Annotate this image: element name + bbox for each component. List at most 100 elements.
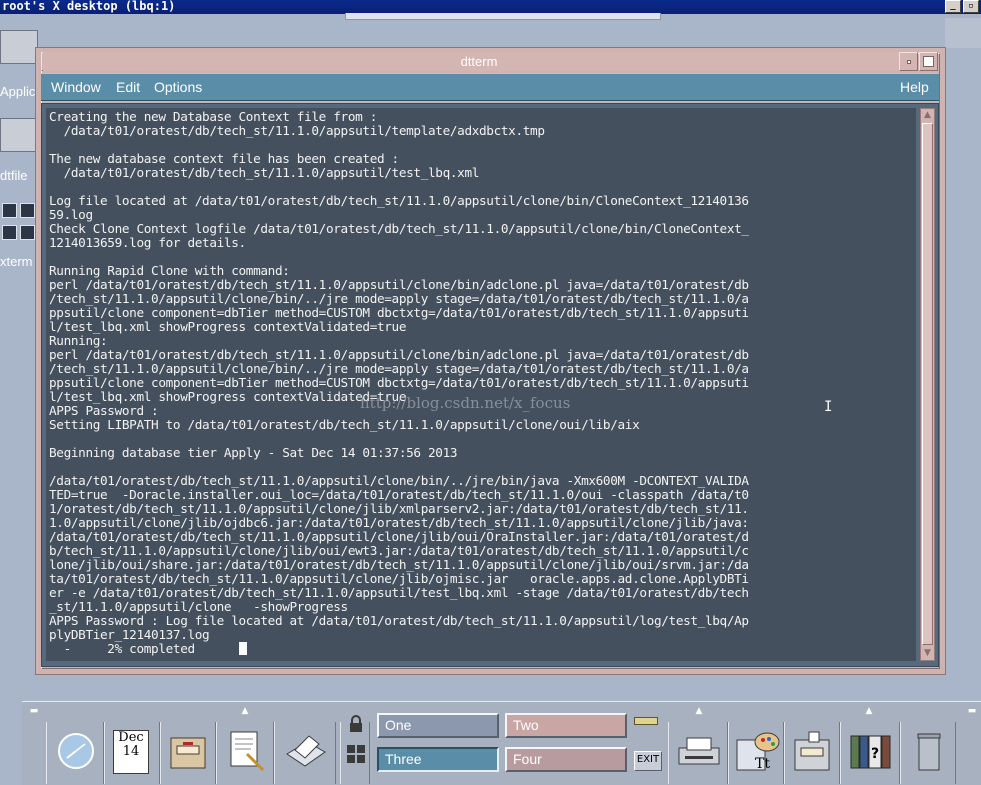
file-drawer-icon[interactable]	[169, 732, 209, 772]
maximize-button[interactable]	[919, 52, 938, 71]
terminal-line: /tech_st/11.1.0/appsutil/clone/bin/../jr…	[49, 361, 749, 376]
trash-slot	[900, 722, 956, 784]
terminal-line: Beginning database tier Apply - Sat Dec …	[49, 445, 458, 460]
root-subwindow-edge	[345, 13, 661, 20]
window-titlebar[interactable]: dtterm	[43, 52, 915, 71]
terminal-line: l/test_lbq.xml showProgress contextValid…	[49, 319, 407, 334]
terminal-line: er -e /data/t01/oratest/db/tech_st/11.1.…	[49, 585, 749, 600]
desktop-strip	[945, 18, 981, 48]
desktop-icon-label-applic: Applic	[0, 84, 36, 99]
front-panel-minimize-handle[interactable]: ▬	[964, 704, 980, 718]
terminal-line: Setting LIBPATH to /data/t01/oratest/db/…	[49, 417, 640, 432]
terminal-line: 1/oratest/db/tech_st/11.1.0/appsutil/clo…	[49, 501, 749, 516]
terminal-line: plyDBTier_12140137.log	[49, 627, 210, 642]
terminal-line: /tech_st/11.1.0/appsutil/clone/bin/../jr…	[49, 291, 749, 306]
lock-slot	[340, 715, 370, 784]
terminal-line: The new database context file has been c…	[49, 151, 399, 166]
file-manager-slot	[160, 722, 216, 784]
scroll-up-icon[interactable]: ▲	[922, 110, 933, 121]
clock-icon[interactable]	[57, 732, 95, 770]
terminal-line: 1214013659.log for details.	[49, 235, 246, 250]
workspace-two-button[interactable]: Two	[505, 713, 627, 738]
minimize-button[interactable]	[899, 52, 918, 71]
workspace-one-button[interactable]: One	[377, 713, 499, 738]
terminal-cursor	[238, 642, 247, 655]
terminal-line: Running Rapid Clone with command:	[49, 263, 290, 278]
terminal-progress-line: - 2% completed	[49, 641, 239, 656]
terminal-line: Creating the new Database Context file f…	[49, 109, 377, 124]
terminal-line: /data/t01/oratest/db/tech_st/11.1.0/apps…	[63, 123, 545, 138]
printer-icon[interactable]	[677, 734, 723, 770]
terminal-line: ppsutil/clone component=dbTier method=CU…	[49, 305, 749, 320]
front-panel-menu-handle[interactable]: ▬	[24, 704, 44, 718]
root-restore-button[interactable]: ▫	[963, 0, 979, 13]
terminal-line: perl /data/t01/oratest/db/tech_st/11.1.0…	[49, 347, 749, 362]
svg-text:?: ?	[871, 746, 879, 762]
terminal-line: 59.log	[49, 207, 93, 222]
menu-edit[interactable]: Edit	[116, 79, 140, 95]
busy-light-icon	[634, 717, 658, 725]
terminal-line: l/test_lbq.xml showProgress contextValid…	[49, 389, 407, 404]
calendar-day: 14	[122, 744, 140, 759]
trash-can-icon[interactable]	[915, 730, 943, 774]
terminal-line: 1.0/appsutil/clone/jlib/ojdbc6.jar:/data…	[49, 515, 749, 530]
calendar-icon[interactable]: Dec 14	[113, 730, 149, 774]
subpanel-arrow-up[interactable]: ▲	[689, 704, 709, 718]
watermark-text: http://blog.csdn.net/x_focus	[360, 394, 571, 412]
menu-window[interactable]: Window	[51, 79, 101, 95]
clock-slot	[46, 722, 104, 784]
file-manager-icon[interactable]	[0, 118, 38, 152]
terminal-line: APPS Password :	[49, 403, 159, 418]
terminal-line: /data/t01/oratest/db/tech_st/11.1.0/apps…	[63, 165, 480, 180]
terminal-line: perl /data/t01/oratest/db/tech_st/11.1.0…	[49, 277, 749, 292]
scroll-down-icon[interactable]: ▼	[922, 648, 933, 659]
application-manager-icon[interactable]	[791, 730, 835, 774]
menu-options[interactable]: Options	[154, 79, 202, 95]
terminal-scrollbar[interactable]: ▲ ▼	[920, 108, 935, 661]
menu-help[interactable]: Help	[900, 79, 929, 95]
terminal-line: /data/t01/oratest/db/tech_st/11.1.0/apps…	[49, 529, 749, 544]
mail-slot	[274, 722, 336, 784]
help-books-icon[interactable]: ?	[849, 732, 893, 772]
mail-icon[interactable]	[283, 730, 329, 772]
text-editor-slot	[216, 722, 274, 784]
application-manager-icon[interactable]	[0, 30, 38, 64]
menubar: Window Edit Options Help	[41, 73, 939, 101]
help-manager-slot: ?	[840, 722, 900, 784]
terminal-line: Log file located at /data/t01/oratest/db…	[49, 193, 749, 208]
scroll-thumb[interactable]	[922, 123, 933, 645]
workspace-grid-icon[interactable]	[0, 197, 36, 245]
mouse-ibeam-icon: I	[824, 399, 833, 415]
terminal-line: TED=true -Doracle.installer.oui_loc=/dat…	[49, 487, 749, 502]
root-window-titlebar: root's X desktop (lbq:1) _ ▫	[0, 0, 981, 14]
desktop-icon-label-xterm: xterm	[0, 254, 33, 269]
terminal-line: APPS Password : Log file located at /dat…	[49, 613, 749, 628]
printer-slot	[668, 722, 728, 784]
terminal-line: Running:	[49, 333, 108, 348]
application-manager-slot	[784, 722, 840, 784]
style-manager-slot: Tt	[728, 722, 784, 784]
terminal-line: b/tech_st/11.1.0/appsutil/clone/jlib/oui…	[49, 543, 749, 558]
terminal-output[interactable]: Creating the new Database Context file f…	[46, 108, 916, 661]
terminal-line: ppsutil/clone component=dbTier method=CU…	[49, 375, 749, 390]
terminal-line: Check Clone Context logfile /data/t01/or…	[49, 221, 749, 236]
root-minimize-button[interactable]: _	[945, 0, 961, 13]
workspace-four-button[interactable]: Four	[505, 747, 627, 772]
svg-text:Tt: Tt	[755, 756, 770, 772]
desktop-icon-label-dtfile: dtfile	[0, 168, 28, 183]
subpanel-arrow-up[interactable]: ▲	[235, 704, 255, 718]
lock-icon[interactable]	[346, 714, 366, 734]
terminal-line: /data/t01/oratest/db/tech_st/11.1.0/apps…	[49, 473, 749, 488]
text-editor-icon[interactable]	[227, 730, 267, 772]
calendar-month: Dec	[118, 730, 144, 745]
terminal-line: lone/jlib/oui/share.jar:/data/t01/orates…	[49, 557, 749, 572]
subpanel-arrow-up[interactable]: ▲	[859, 704, 879, 718]
terminal-text: Creating the new Database Context file f…	[46, 108, 916, 656]
terminal-line: ta/t01/oratest/db/tech_st/11.1.0/appsuti…	[49, 571, 749, 586]
style-manager-icon[interactable]: Tt	[735, 730, 781, 774]
root-window-title: root's X desktop (lbq:1)	[2, 0, 176, 13]
terminal-line: _st/11.1.0/appsutil/clone -showProgress	[49, 599, 348, 614]
workspace-icon[interactable]	[346, 744, 366, 764]
exit-button[interactable]: EXIT	[634, 751, 662, 771]
workspace-three-button[interactable]: Three	[377, 747, 499, 772]
